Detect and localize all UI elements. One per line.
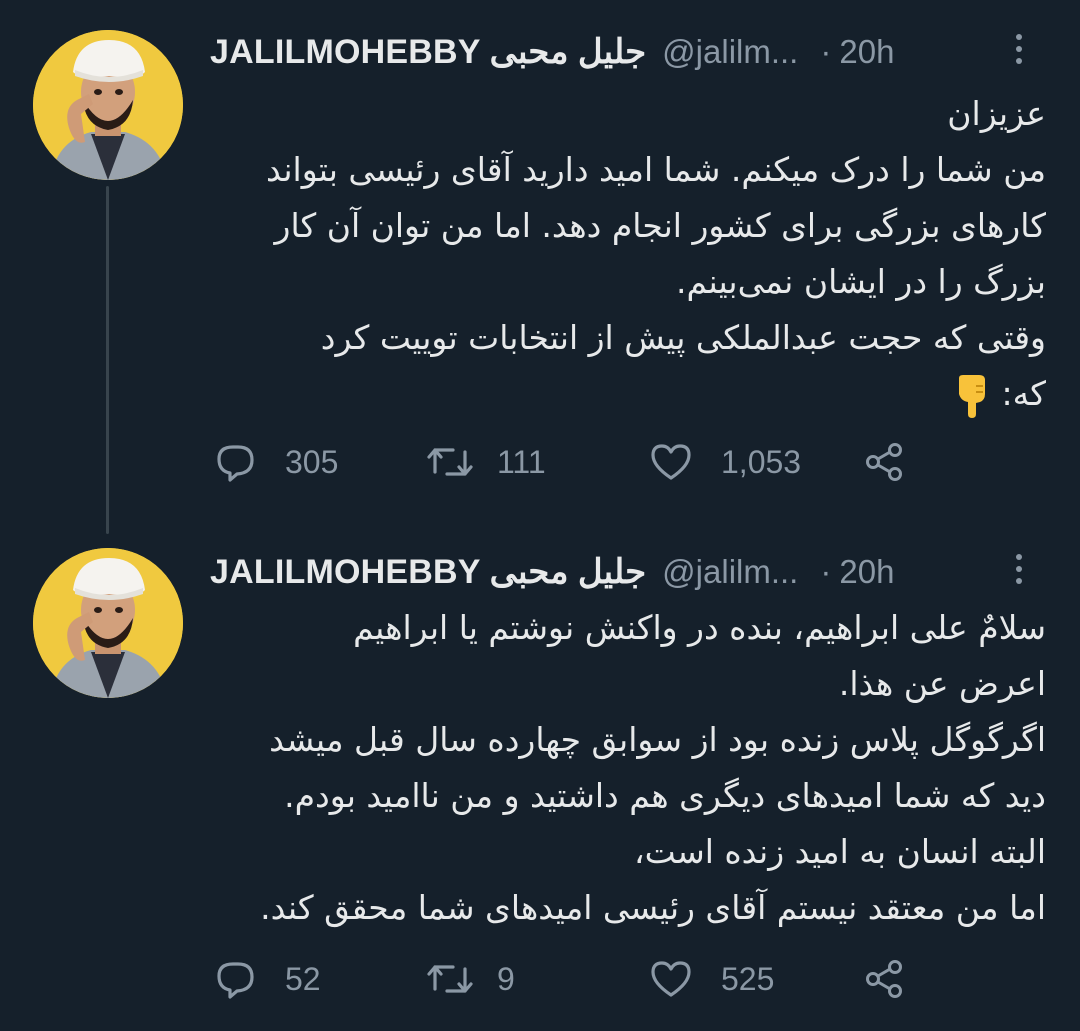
more-options-icon[interactable] [1014,554,1024,590]
retweet-icon [425,442,475,482]
heart-icon [649,442,693,482]
share-button[interactable] [863,442,907,482]
tweet[interactable]: JALILMOHEBBY جلیل محبی @jalilm... · 20h … [0,0,1080,520]
reply-button[interactable]: 52 [213,959,321,999]
retweet-count: 9 [497,960,515,997]
display-name[interactable]: JALILMOHEBBY جلیل محبی [210,552,646,592]
tweet-text-line: من شما را درک میکنم. شما امید دارید آقای… [266,150,1046,189]
tweet-actions: 52 9 525 [213,954,920,1004]
user-handle[interactable]: @jalilm... [662,33,798,71]
reply-icon [213,442,257,482]
like-button[interactable]: 525 [649,959,774,999]
tweet-header: JALILMOHEBBY جلیل محبی @jalilm... · 20h [210,544,1060,600]
like-count: 1,053 [721,443,802,480]
tweet-text-line: اگرگوگل پلاس زنده بود از سوابق چهارده سا… [269,720,1046,759]
reply-count: 305 [285,443,339,480]
retweet-icon [425,959,475,999]
tweet-text-line: سلامٌ علی ابراهیم، بنده در واکنش نوشتم ی… [353,608,1046,647]
tweet-text-line: اما من معتقد نیستم آقای رئیسی امیدهای شم… [260,888,1046,927]
retweet-count: 111 [497,443,546,480]
reply-count: 52 [285,960,321,997]
tweet-text-line: بزرگ را در ایشان نمی‌بینم. [676,262,1046,301]
reply-button[interactable]: 305 [213,442,338,482]
display-name[interactable]: JALILMOHEBBY جلیل محبی [210,32,646,72]
share-button[interactable] [863,959,907,999]
timestamp[interactable]: 20h [839,33,894,71]
retweet-button[interactable]: 9 [425,959,515,999]
retweet-button[interactable]: 111 [425,442,546,482]
tweet-text-line: البته انسان به امید زنده است، [634,832,1046,871]
heart-icon [649,959,693,999]
share-icon [863,959,907,999]
tweet-header: JALILMOHEBBY جلیل محبی @jalilm... · 20h [210,24,1060,80]
tweet-text: عزیزان من شما را درک میکنم. شما امید دار… [200,86,1046,422]
timestamp[interactable]: 20h [839,553,894,591]
tweet-text: سلامٌ علی ابراهیم، بنده در واکنش نوشتم ی… [200,600,1046,936]
pointing-down-emoji-icon [955,374,989,418]
tweet-text-line: که: [1001,374,1046,413]
separator-dot: · [820,33,832,70]
user-handle[interactable]: @jalilm... [662,553,798,591]
tweet-text-line: اعرض عن هذا. [838,664,1046,703]
tweet-text-line: وقتی که حجت عبدالملکی پیش از انتخابات تو… [320,318,1046,357]
tweet-text-line-last: که: [200,366,1046,422]
avatar[interactable] [33,30,183,180]
tweet-text-line: کارهای بزرگی برای کشور انجام دهد. اما من… [274,206,1046,245]
tweet-text-line: عزیزان [947,94,1046,133]
like-count: 525 [721,960,775,997]
tweet[interactable]: JALILMOHEBBY جلیل محبی @jalilm... · 20h … [0,520,1080,1031]
reply-icon [213,959,257,999]
tweet-text-line: دید که شما امیدهای دیگری هم داشتید و من … [284,776,1046,815]
avatar[interactable] [33,548,183,698]
separator-dot: · [820,553,832,590]
share-icon [863,442,907,482]
like-button[interactable]: 1,053 [649,442,801,482]
more-options-icon[interactable] [1014,34,1024,70]
tweet-actions: 305 111 1,053 [213,437,920,487]
